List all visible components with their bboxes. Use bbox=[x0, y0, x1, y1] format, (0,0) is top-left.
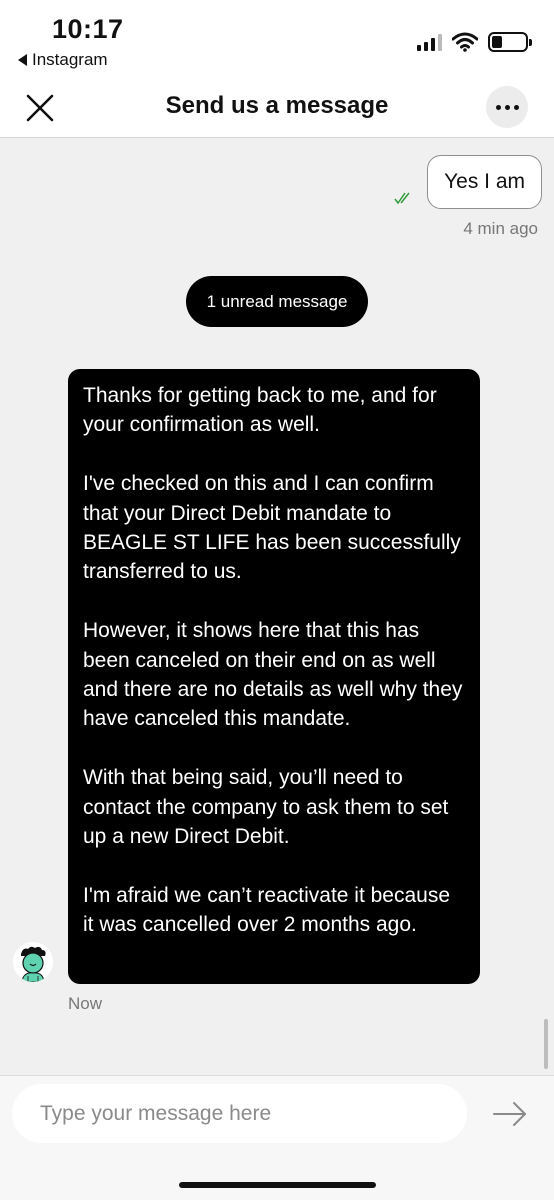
back-arrow-icon bbox=[18, 54, 27, 66]
status-icons bbox=[417, 32, 532, 52]
message-paragraph: I'm afraid we can’t reactivate it becaus… bbox=[83, 883, 451, 937]
unread-messages-badge: 1 unread message bbox=[186, 276, 368, 327]
battery-icon bbox=[488, 32, 532, 52]
message-paragraph: I've checked on this and I can confirm t… bbox=[83, 472, 461, 584]
agent-avatar-icon bbox=[13, 942, 53, 982]
send-arrow-icon[interactable] bbox=[492, 1100, 528, 1128]
back-app-label: Instagram bbox=[32, 50, 108, 69]
message-paragraph: However, it shows here that this has bee… bbox=[83, 619, 463, 731]
message-composer bbox=[0, 1075, 554, 1200]
message-input[interactable] bbox=[12, 1084, 467, 1143]
status-time: 10:17 bbox=[52, 14, 124, 44]
more-icon bbox=[495, 104, 501, 110]
incoming-message-bubble: Thanks for getting back to me, and for y… bbox=[68, 369, 480, 984]
chat-thread[interactable]: Yes I am 4 min ago 1 unread message Than… bbox=[0, 139, 554, 1075]
status-bar: 10:17 Instagram bbox=[0, 0, 554, 80]
outgoing-message-time: 4 min ago bbox=[463, 219, 538, 238]
home-indicator bbox=[179, 1182, 376, 1188]
page-title: Send us a message bbox=[165, 92, 389, 119]
chat-header: Send us a message bbox=[0, 80, 554, 138]
wifi-icon bbox=[452, 32, 478, 52]
more-options-button[interactable] bbox=[486, 86, 528, 128]
message-paragraph: With that being said, you’ll need to con… bbox=[83, 766, 449, 849]
incoming-message-time: Now bbox=[68, 994, 103, 1013]
chat-scrollbar[interactable] bbox=[544, 1019, 548, 1069]
outgoing-message-bubble: Yes I am bbox=[427, 155, 542, 209]
back-to-instagram-link[interactable]: Instagram bbox=[18, 50, 108, 70]
read-check-icon bbox=[394, 192, 410, 205]
signal-icon bbox=[417, 33, 442, 51]
message-paragraph: Thanks for getting back to me, and for y… bbox=[83, 384, 437, 437]
